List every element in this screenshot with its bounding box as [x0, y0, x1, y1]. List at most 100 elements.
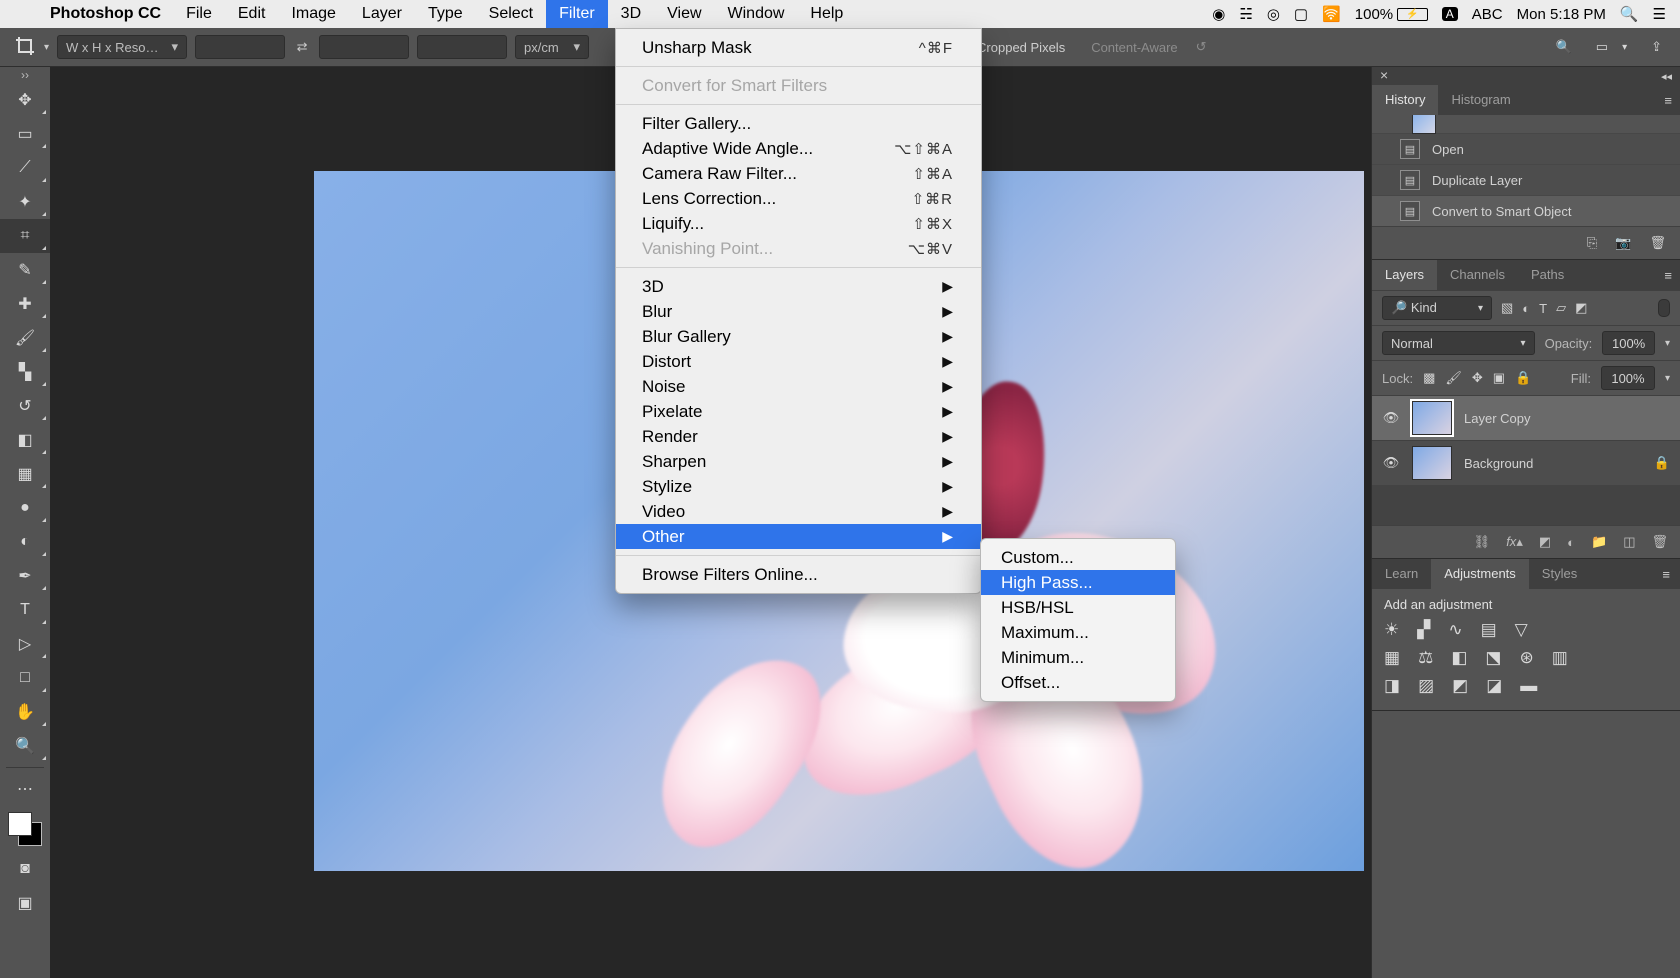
clock[interactable]: Mon 5:18 PM: [1517, 6, 1606, 23]
menu-image[interactable]: Image: [278, 0, 348, 28]
tab-layers[interactable]: Layers: [1372, 260, 1437, 290]
move-tool[interactable]: ✥: [0, 83, 50, 117]
panel-menu-icon[interactable]: ≡: [1664, 93, 1672, 108]
menuitem-offset[interactable]: Offset...: [981, 670, 1175, 695]
link-layers-icon[interactable]: ⛓: [1474, 534, 1491, 550]
filter-toggle[interactable]: [1658, 299, 1670, 317]
menuitem-filter-gallery[interactable]: Filter Gallery...: [616, 111, 981, 136]
layer-visibility-icon[interactable]: 👁: [1382, 455, 1400, 471]
menuitem-video[interactable]: Video▶: [616, 499, 981, 524]
dropbox-icon[interactable]: ☵: [1239, 5, 1252, 23]
app-name[interactable]: Photoshop CC: [38, 5, 173, 23]
history-state[interactable]: ▤Duplicate Layer: [1372, 164, 1680, 195]
menu-edit[interactable]: Edit: [225, 0, 279, 28]
healing-brush-tool[interactable]: ✚: [0, 287, 50, 321]
layer-thumbnail[interactable]: [1412, 401, 1452, 435]
selective-color-icon[interactable]: ◪: [1486, 676, 1502, 696]
menuitem-blur[interactable]: Blur▶: [616, 299, 981, 324]
battery-status[interactable]: 100% ⚡: [1355, 6, 1428, 23]
crop-width-input[interactable]: [195, 35, 285, 59]
history-state[interactable]: ▤Open: [1372, 133, 1680, 164]
tab-adjustments[interactable]: Adjustments: [1431, 559, 1529, 589]
crop-preset-dropdown[interactable]: W x H x Reso…▾: [57, 35, 187, 59]
quick-mask-button[interactable]: ◙: [0, 852, 50, 886]
color-lookup-icon[interactable]: ▥: [1552, 648, 1568, 668]
color-balance-icon[interactable]: ⚖: [1418, 648, 1433, 668]
delete-layer-icon[interactable]: 🗑: [1651, 534, 1668, 550]
search-icon[interactable]: 🔍: [1556, 39, 1572, 55]
blend-mode-dropdown[interactable]: Normal▾: [1382, 331, 1535, 355]
rectangle-tool[interactable]: □: [0, 661, 50, 695]
filter-type-icon[interactable]: T: [1539, 301, 1547, 316]
panel-menu-icon[interactable]: ≡: [1662, 567, 1670, 582]
control-center-icon[interactable]: ☰: [1653, 5, 1666, 23]
menu-view[interactable]: View: [654, 0, 714, 28]
layer-mask-icon[interactable]: ◩: [1539, 534, 1551, 550]
opacity-chevron-icon[interactable]: ▾: [1665, 338, 1670, 349]
menuitem-hsb-hsl[interactable]: HSB/HSL: [981, 595, 1175, 620]
adjustment-layer-icon[interactable]: ◐: [1567, 535, 1575, 550]
reset-icon[interactable]: ↺: [1196, 39, 1207, 55]
clone-stamp-tool[interactable]: ▚: [0, 355, 50, 389]
menu-help[interactable]: Help: [797, 0, 856, 28]
menuitem-noise[interactable]: Noise▶: [616, 374, 981, 399]
menuitem-adaptive-wide-angle[interactable]: Adaptive Wide Angle...⌥⇧⌘A: [616, 136, 981, 161]
menu-filter[interactable]: Filter: [546, 0, 608, 28]
crop-tool-icon[interactable]: [14, 35, 38, 59]
spotlight-icon[interactable]: 🔍: [1620, 5, 1639, 23]
dodge-tool[interactable]: ◐: [0, 525, 50, 559]
filter-adjustment-icon[interactable]: ◐: [1522, 301, 1530, 316]
layer-name[interactable]: Background: [1464, 456, 1533, 471]
invert-icon[interactable]: ◨: [1384, 676, 1400, 696]
menuitem-3d[interactable]: 3D▶: [616, 274, 981, 299]
menu-3d[interactable]: 3D: [608, 0, 654, 28]
lock-position-icon[interactable]: ✥: [1472, 370, 1483, 386]
layer-style-icon[interactable]: fx▴: [1506, 534, 1523, 550]
brush-tool[interactable]: 🖌: [0, 321, 50, 355]
vibrance-icon[interactable]: ▽: [1515, 620, 1528, 640]
tab-history[interactable]: History: [1372, 85, 1438, 115]
tool-preset-chevron-icon[interactable]: ▾: [44, 42, 49, 53]
menu-select[interactable]: Select: [476, 0, 546, 28]
menuitem-distort[interactable]: Distort▶: [616, 349, 981, 374]
workspace-switcher-icon[interactable]: ▭: [1596, 39, 1608, 55]
menuitem-browse-filters-online[interactable]: Browse Filters Online...: [616, 562, 981, 587]
swap-dimensions-icon[interactable]: ⇄: [293, 39, 311, 55]
fill-input[interactable]: 100%: [1601, 366, 1655, 390]
menuitem-liquify[interactable]: Liquify...⇧⌘X: [616, 211, 981, 236]
black-white-icon[interactable]: ◧: [1451, 648, 1467, 668]
crop-resolution-input[interactable]: [417, 35, 507, 59]
input-source[interactable]: A: [1442, 7, 1458, 21]
screen-mode-button[interactable]: ▣: [0, 886, 50, 920]
path-selection-tool[interactable]: ▷: [0, 627, 50, 661]
fill-chevron-icon[interactable]: ▾: [1665, 373, 1670, 384]
new-layer-icon[interactable]: ◫: [1623, 534, 1635, 550]
creative-cloud-icon[interactable]: ◎: [1267, 5, 1280, 23]
filter-pixel-icon[interactable]: ▧: [1501, 300, 1513, 316]
lock-transparent-icon[interactable]: ▩: [1423, 370, 1435, 386]
layer-group-icon[interactable]: 📁: [1591, 534, 1607, 550]
lock-image-icon[interactable]: 🖌: [1445, 370, 1462, 386]
notification-center-icon[interactable]: ◉: [1212, 5, 1225, 23]
menu-file[interactable]: File: [173, 0, 225, 28]
workspace-chevron-icon[interactable]: ▾: [1622, 42, 1627, 53]
layer-filter-kind-dropdown[interactable]: 🔎 Kind▾: [1382, 296, 1492, 320]
menuitem-render[interactable]: Render▶: [616, 424, 981, 449]
tab-paths[interactable]: Paths: [1518, 260, 1577, 290]
airplay-icon[interactable]: ▢: [1294, 5, 1308, 23]
lock-all-icon[interactable]: 🔒: [1515, 370, 1531, 386]
menuitem-unsharp-mask[interactable]: Unsharp Mask^⌘F: [616, 35, 981, 60]
menu-layer[interactable]: Layer: [349, 0, 415, 28]
menuitem-camera-raw-filter[interactable]: Camera Raw Filter...⇧⌘A: [616, 161, 981, 186]
panel-menu-icon[interactable]: ≡: [1664, 268, 1672, 283]
panel-collapse-bar[interactable]: × ◂◂: [1372, 67, 1680, 85]
brightness-contrast-icon[interactable]: ☀: [1384, 620, 1399, 640]
crop-unit-dropdown[interactable]: px/cm▾: [515, 35, 589, 59]
menuitem-sharpen[interactable]: Sharpen▶: [616, 449, 981, 474]
edit-toolbar-button[interactable]: ⋯: [0, 772, 50, 806]
tab-learn[interactable]: Learn: [1372, 559, 1431, 589]
close-panel-icon[interactable]: ×: [1380, 67, 1388, 83]
wifi-icon[interactable]: 🛜: [1322, 5, 1341, 23]
snapshot-icon[interactable]: 📷: [1615, 235, 1631, 251]
delete-state-icon[interactable]: 🗑: [1649, 235, 1666, 251]
